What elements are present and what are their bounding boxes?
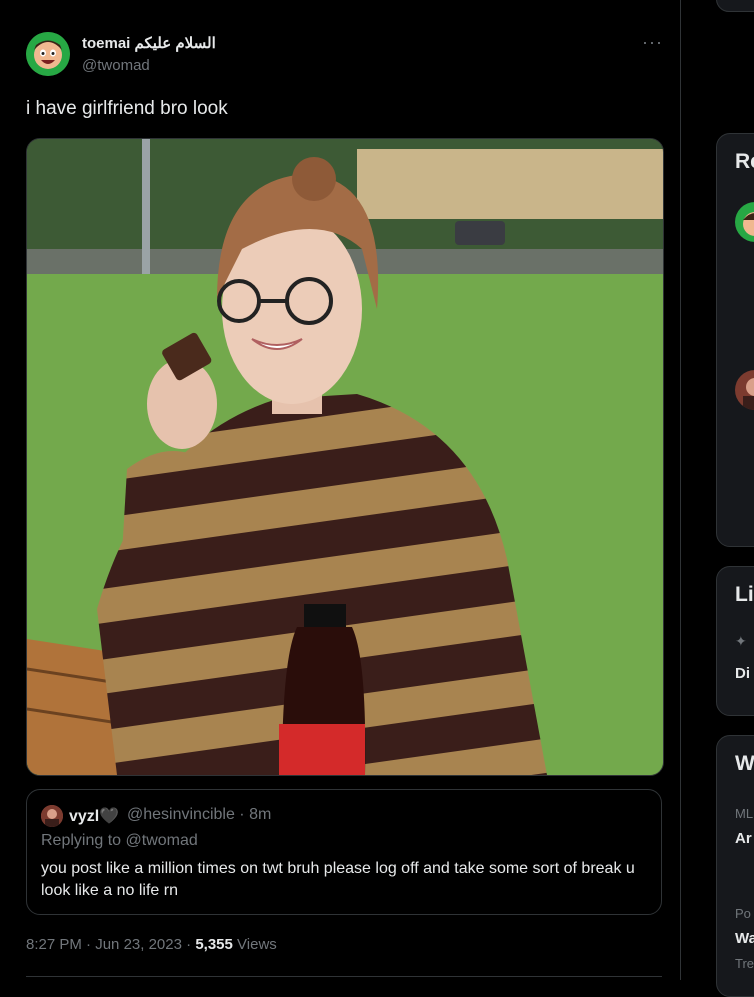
trend-title-1[interactable]: Ar xyxy=(735,830,752,847)
divider xyxy=(26,976,662,977)
quoted-tweet[interactable]: vyzl🖤 @hesinvincible · 8m Replying to @t… xyxy=(26,789,662,915)
relevant-avatar-2[interactable] xyxy=(735,370,754,410)
quote-author-avatar[interactable] xyxy=(41,805,63,827)
trend-category-3: Tre xyxy=(735,956,754,971)
trend-category-1: ML xyxy=(735,806,754,821)
whats-happening-title: W xyxy=(735,752,754,775)
tweet-text: i have girlfriend bro look xyxy=(26,98,228,119)
quote-author-handle[interactable]: @hesinvincible · 8m xyxy=(127,806,271,824)
relevant-avatar-1[interactable] xyxy=(735,202,754,242)
trend-category-2: Po xyxy=(735,906,751,921)
author-handle[interactable]: @twomad xyxy=(82,57,150,74)
replying-to-handle[interactable]: @twomad xyxy=(126,832,198,849)
search-bar-fragment[interactable] xyxy=(716,0,754,12)
list-item-label[interactable]: Di xyxy=(735,665,750,682)
tweet-meta: 8:27 PM · Jun 23, 2023 · 5,355 Views xyxy=(26,936,277,953)
more-options-icon[interactable]: ··· xyxy=(642,32,663,53)
relevant-people-card: Re xyxy=(716,133,754,547)
relevant-people-title: Re xyxy=(735,150,754,173)
meta-dot: · xyxy=(186,936,196,953)
tweet-photo[interactable] xyxy=(26,138,664,776)
lists-title: Li xyxy=(735,583,754,606)
meta-dot: · xyxy=(86,936,96,953)
quote-text: you post like a million times on twt bru… xyxy=(41,860,635,899)
replying-to-line: Replying to @twomad xyxy=(41,832,198,850)
author-display-name[interactable]: toemai السلام عليكم xyxy=(82,34,216,52)
main-column: toemai السلام عليكم @twomad ··· i have g… xyxy=(0,0,681,980)
whats-happening-card: W ML Ar Po Wa Tre xyxy=(716,735,754,997)
quote-author-name[interactable]: vyzl🖤 xyxy=(69,806,119,826)
tweet-time[interactable]: 8:27 PM xyxy=(26,936,82,953)
views-count: 5,355 xyxy=(195,936,233,953)
list-icon: ✦ xyxy=(735,633,747,649)
author-avatar[interactable] xyxy=(26,32,70,76)
tweet-date[interactable]: Jun 23, 2023 xyxy=(95,936,182,953)
lists-card: Li ✦ Di xyxy=(716,566,754,716)
trend-title-2[interactable]: Wa xyxy=(735,930,754,947)
views-label: Views xyxy=(237,936,277,953)
replying-prefix: Replying to xyxy=(41,832,126,849)
